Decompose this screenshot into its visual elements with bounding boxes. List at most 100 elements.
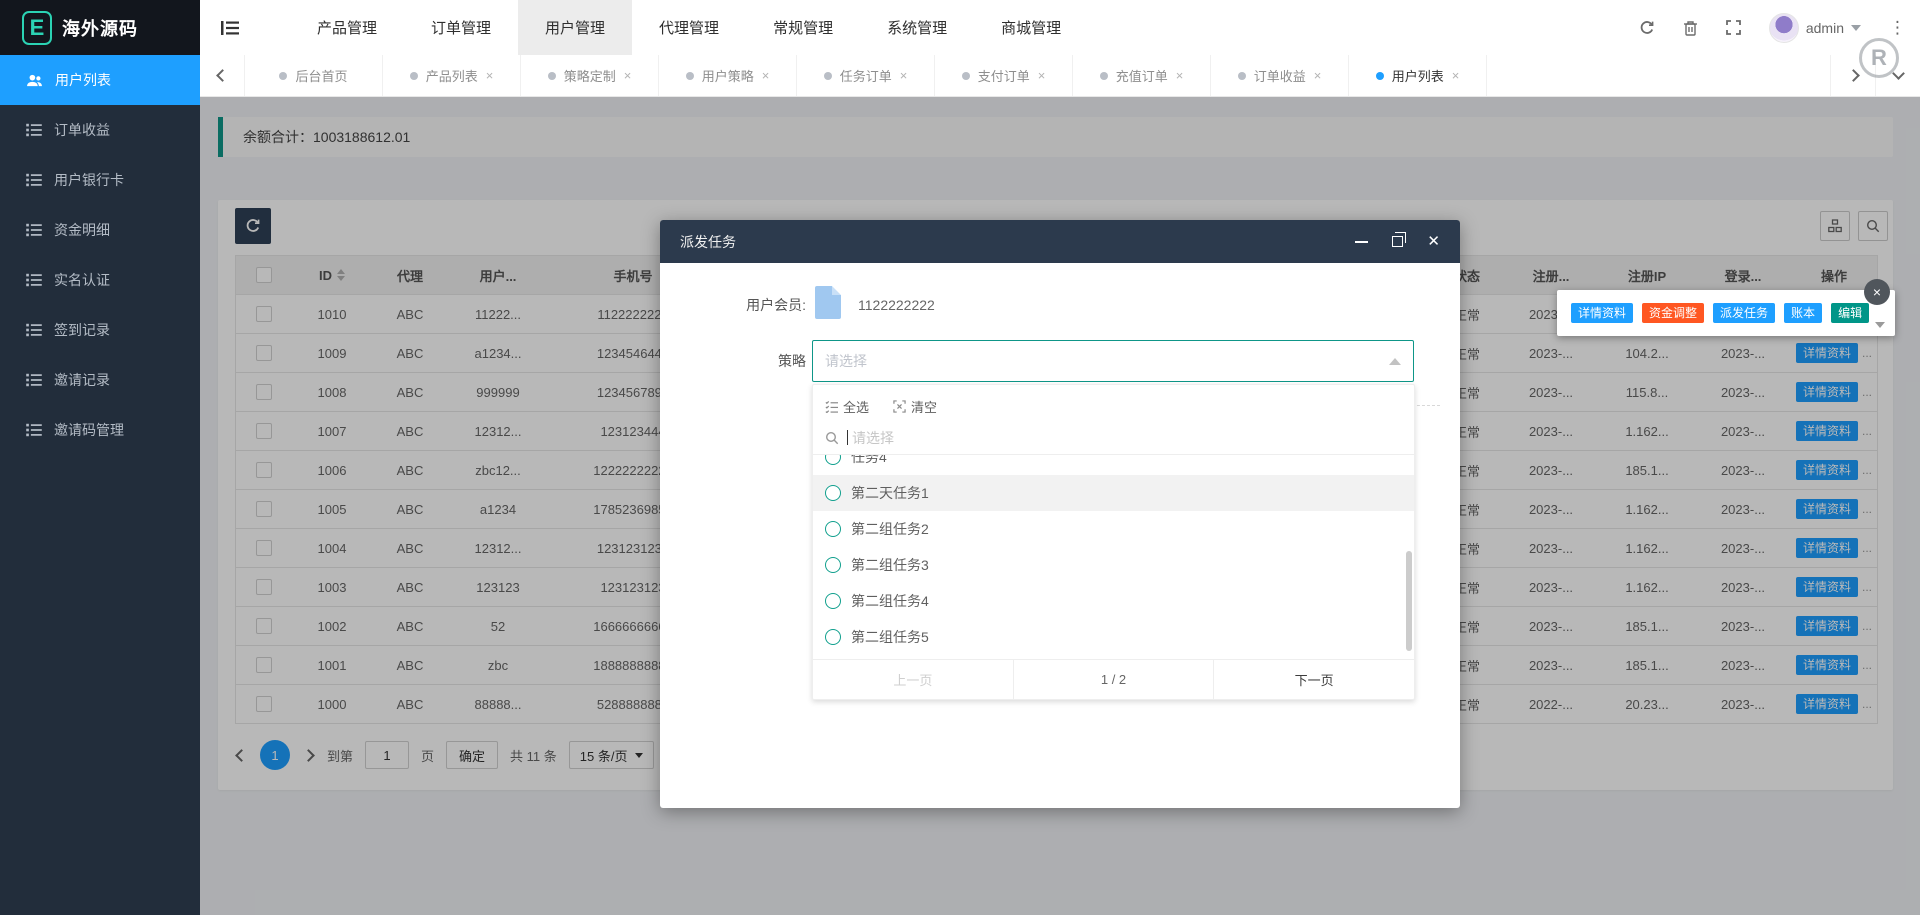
tab-label: 后台首页	[295, 66, 347, 85]
tab-close-icon[interactable]: ×	[1038, 68, 1046, 83]
tab-label: 充值订单	[1116, 66, 1168, 85]
tab-close-icon[interactable]: ×	[486, 68, 494, 83]
dropdown-option[interactable]: 第二组任务4	[813, 583, 1414, 619]
row-action-button[interactable]: 派发任务	[1713, 303, 1775, 323]
list-icon	[26, 423, 42, 437]
tab-close-icon[interactable]: ×	[1452, 68, 1460, 83]
strategy-select[interactable]: 请选择	[812, 340, 1414, 382]
more-menu-icon[interactable]: ⋮	[1889, 18, 1906, 38]
refresh-icon[interactable]	[1639, 20, 1655, 36]
open-tabs: 后台首页 × 产品列表 × 策略定制 × 用户策略 × 任务订单 × 支付订单	[245, 55, 1830, 96]
strategy-label: 策略	[696, 348, 806, 374]
page-tab[interactable]: 产品列表 ×	[383, 55, 521, 96]
tab-dot	[410, 72, 418, 80]
tab-close-icon[interactable]: ×	[624, 68, 632, 83]
tab-label: 任务订单	[840, 66, 892, 85]
sidebar-item-label: 实名认证	[54, 270, 110, 290]
minimize-icon[interactable]	[1355, 241, 1368, 243]
sidebar-item[interactable]: 资金明细	[0, 205, 200, 255]
dropdown-option[interactable]: 第二组任务2	[813, 511, 1414, 547]
popup-close-button[interactable]: ×	[1864, 279, 1890, 305]
row-actions-popup: 详情资料资金调整派发任务账本编辑	[1557, 290, 1895, 336]
sidebar-item[interactable]: 邀请记录	[0, 355, 200, 405]
tab-close-icon[interactable]: ×	[900, 68, 908, 83]
dropdown-option[interactable]: 任务4	[813, 455, 1414, 475]
sidebar-item[interactable]: 用户列表	[0, 55, 200, 105]
sidebar: 用户列表 订单收益 用户银行卡 资金明细 实名认证 签到记录	[0, 55, 200, 915]
checklist-icon	[825, 400, 838, 413]
sidebar-item[interactable]: 订单收益	[0, 105, 200, 155]
select-all-option[interactable]: 全选	[825, 397, 869, 416]
nav-menu-item[interactable]: 产品管理	[290, 0, 404, 55]
sidebar-item[interactable]: 用户银行卡	[0, 155, 200, 205]
page-tab[interactable]: 支付订单 ×	[935, 55, 1073, 96]
tab-close-icon[interactable]: ×	[762, 68, 770, 83]
chevron-left-icon	[216, 69, 229, 82]
row-action-button[interactable]: 资金调整	[1642, 303, 1704, 323]
close-icon[interactable]: ✕	[1427, 234, 1440, 249]
tabs-scroll-left[interactable]	[200, 55, 245, 96]
tab-dot	[1238, 72, 1246, 80]
radio-icon	[825, 593, 841, 609]
sidebar-item[interactable]: 邀请码管理	[0, 405, 200, 455]
page-tab[interactable]: 用户策略 ×	[659, 55, 797, 96]
nav-menu-item[interactable]: 系统管理	[860, 0, 974, 55]
tab-dot	[686, 72, 694, 80]
fullscreen-icon[interactable]	[1726, 20, 1741, 35]
dispatch-task-modal: 派发任务 ✕ 用户会员: 1122222222 策略 请选择 全选 清空	[660, 220, 1460, 808]
dropdown-scrollbar[interactable]	[1406, 551, 1412, 651]
dropdown-option[interactable]: 第二组任务5	[813, 619, 1414, 655]
tabs-scroll-right[interactable]	[1830, 55, 1875, 96]
chevron-down-icon	[1892, 67, 1905, 80]
nav-menu-item[interactable]: 订单管理	[404, 0, 518, 55]
option-label: 第二组任务3	[851, 555, 929, 575]
select-placeholder: 请选择	[813, 341, 1413, 381]
nav-menu-item[interactable]: 常规管理	[746, 0, 860, 55]
tab-label: 策略定制	[564, 66, 616, 85]
member-label: 用户会员:	[696, 292, 806, 318]
user-menu[interactable]: admin	[1769, 13, 1861, 43]
clear-option[interactable]: 清空	[893, 397, 937, 416]
sidebar-toggle-icon[interactable]	[200, 0, 260, 55]
row-action-button[interactable]: 编辑	[1831, 303, 1869, 323]
page-tab[interactable]: 充值订单 ×	[1073, 55, 1211, 96]
app-logo: E 海外源码	[0, 0, 200, 55]
nav-menu-item[interactable]: 用户管理	[518, 0, 632, 55]
tab-dot	[1100, 72, 1108, 80]
tab-close-icon[interactable]: ×	[1314, 68, 1322, 83]
row-action-button[interactable]: 账本	[1784, 303, 1822, 323]
dropdown-option[interactable]: 第二天任务1	[813, 475, 1414, 511]
nav-menu-item[interactable]: 代理管理	[632, 0, 746, 55]
collapse-caret-icon[interactable]	[1875, 322, 1885, 328]
page-tab[interactable]: 策略定制 ×	[521, 55, 659, 96]
dropdown-options: 任务4 第二天任务1 第二组任务2 第二组任务3 第二组任务4 第二组任务5	[813, 455, 1414, 655]
dropdown-search-input[interactable]: 请选择	[813, 421, 1414, 455]
dropdown-next-button[interactable]: 下一页	[1214, 660, 1414, 699]
dropdown-page-indicator: 1 / 2	[1013, 660, 1215, 699]
tabs-dropdown[interactable]	[1875, 55, 1920, 96]
page-tab[interactable]: 订单收益 ×	[1211, 55, 1349, 96]
modal-title: 派发任务	[680, 232, 1355, 252]
sidebar-item[interactable]: 签到记录	[0, 305, 200, 355]
page-tab[interactable]: 用户列表 ×	[1349, 55, 1487, 96]
page-tab[interactable]: 后台首页 ×	[245, 55, 383, 96]
tab-dot	[1376, 72, 1384, 80]
option-label: 第二组任务5	[851, 627, 929, 647]
option-label: 第二组任务2	[851, 519, 929, 539]
sidebar-item[interactable]: 实名认证	[0, 255, 200, 305]
tab-dot	[279, 72, 287, 80]
dropdown-prev-button[interactable]: 上一页	[813, 660, 1013, 699]
option-label: 第二组任务4	[851, 591, 929, 611]
row-action-button[interactable]: 详情资料	[1571, 303, 1633, 323]
nav-menu-item[interactable]: 商城管理	[974, 0, 1088, 55]
dropdown-option[interactable]: 第二组任务3	[813, 547, 1414, 583]
radio-icon	[825, 455, 841, 465]
strategy-dropdown: 全选 清空 请选择 任务4 第二天任务1 第二组任务2	[812, 384, 1415, 700]
sidebar-item-label: 用户列表	[55, 70, 111, 90]
sidebar-menu: 用户列表 订单收益 用户银行卡 资金明细 实名认证 签到记录	[0, 55, 200, 455]
tab-close-icon[interactable]: ×	[1176, 68, 1184, 83]
maximize-icon[interactable]	[1392, 236, 1403, 247]
username: admin	[1806, 20, 1844, 36]
trash-icon[interactable]	[1683, 20, 1698, 36]
page-tab[interactable]: 任务订单 ×	[797, 55, 935, 96]
